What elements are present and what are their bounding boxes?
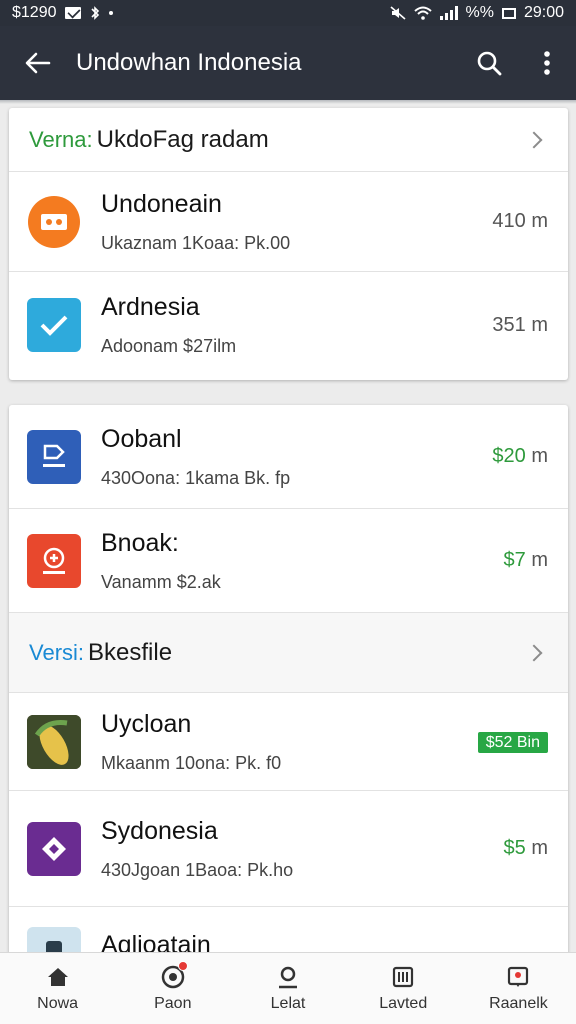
app-name: Ardnesia <box>101 293 200 321</box>
price-value: $7 <box>503 549 526 571</box>
app-badge-wrap: $52 Bin <box>477 730 548 753</box>
price-unit: m <box>531 549 548 571</box>
list-item[interactable]: Ardnesia Adoonam $27ilm 351 m <box>9 272 568 378</box>
search-icon <box>477 51 502 76</box>
app-subtitle: Ukaznam 1Koaa: Pk.00 <box>101 232 291 253</box>
bottom-navigation: Nowa Paon Lelat Lavted Raanelk <box>0 952 576 1024</box>
list-item[interactable]: Bnoak: Vanamm $2.ak $7 m <box>9 509 568 613</box>
app-price: $20 m <box>492 445 548 468</box>
app-name: Sydonesia <box>101 816 218 845</box>
nav-item-person[interactable]: Lelat <box>230 953 345 1024</box>
chevron-right-icon <box>525 131 543 148</box>
app-subtitle: Adoonam $27ilm <box>101 336 237 356</box>
status-dot-icon <box>108 11 113 15</box>
app-size: 410 m <box>492 210 548 232</box>
price-value: $20 <box>492 445 526 467</box>
app-name: Undoneain <box>101 189 222 218</box>
purple-diamond-icon <box>27 821 81 876</box>
red-app-icon <box>27 533 81 588</box>
arrow-left-icon <box>25 52 51 74</box>
bluetooth-icon <box>90 6 99 20</box>
status-bar: $1290 %% 29:00 <box>0 0 576 26</box>
app-subtitle: 430Jgoan 1Baoa: Pk.ho <box>101 859 294 880</box>
section-tag: Versi: <box>29 639 85 665</box>
app-name: Uycloan <box>101 709 192 738</box>
account-icon <box>505 965 531 989</box>
section-card-2: Oobanl 430Oona: 1kama Bk. fp $20 m Bnoak… <box>9 405 568 965</box>
list-item[interactable]: Undoneain Ukaznam 1Koaa: Pk.00 410 m <box>9 172 568 272</box>
app-size: 351 m <box>492 313 548 336</box>
price-unit: m <box>531 837 548 859</box>
section-header-1[interactable]: Verna: UkdoFag radam <box>9 108 568 172</box>
more-options-button[interactable] <box>518 26 576 100</box>
nav-label: Raanelk <box>489 994 548 1012</box>
orange-chat-icon <box>27 195 81 249</box>
notification-icon <box>160 960 188 989</box>
price-value: $5 <box>503 837 526 859</box>
app-bar-shadow <box>0 100 576 104</box>
section-title: Bkesfile <box>88 638 173 666</box>
nav-label: Paon <box>154 994 192 1012</box>
section-card-1: Verna: UkdoFag radam Undoneain Ukaznam 1… <box>9 108 568 380</box>
status-time-right: 29:00 <box>523 4 564 21</box>
list-item[interactable]: Sydonesia 430Jgoan 1Baoa: Pk.ho $5 m <box>9 791 568 907</box>
signal-icon <box>439 6 458 20</box>
mute-icon <box>389 6 406 20</box>
status-time-left: $1290 <box>12 4 57 21</box>
app-price: $5 m <box>504 837 548 860</box>
person-icon <box>275 965 301 989</box>
nav-label: Nowa <box>37 994 79 1012</box>
app-name: Oobanl <box>101 424 182 453</box>
chevron-right-icon <box>525 644 543 661</box>
wifi-icon <box>413 6 432 20</box>
app-price: $7 m <box>504 549 548 572</box>
nav-label: Lelat <box>270 994 306 1012</box>
app-subtitle: Mkaanm 10ona: Pk. f0 <box>101 752 282 773</box>
list-item[interactable]: Uycloan Mkaanm 10ona: Pk. f0 $52 Bin <box>9 693 568 791</box>
corn-icon <box>27 714 81 769</box>
nav-item-home[interactable]: Nowa <box>0 953 115 1024</box>
home-icon <box>45 965 71 989</box>
app-name: Bnoak: <box>101 528 179 557</box>
search-button[interactable] <box>460 26 518 100</box>
list-item[interactable]: Oobanl 430Oona: 1kama Bk. fp $20 m <box>9 405 568 509</box>
price-unit: m <box>531 445 548 467</box>
back-button[interactable] <box>0 26 76 100</box>
battery-icon <box>501 7 516 19</box>
check-icon <box>27 298 81 352</box>
nav-item-notifications[interactable]: Paon <box>115 953 230 1024</box>
blue-app-icon <box>27 429 81 484</box>
section-tag: Verna: <box>29 126 93 152</box>
nav-label: Lavted <box>379 994 428 1012</box>
battery-percent: %% <box>465 4 494 21</box>
section-header-2[interactable]: Versi: Bkesfile <box>9 613 568 693</box>
app-subtitle: 430Oona: 1kama Bk. fp <box>101 467 291 488</box>
app-subtitle: Vanamm $2.ak <box>101 571 221 592</box>
notification-badge <box>177 960 188 971</box>
price-badge: $52 Bin <box>477 732 548 753</box>
more-vert-icon <box>544 51 550 75</box>
nav-item-library[interactable]: Lavted <box>346 953 461 1024</box>
mail-icon <box>64 7 81 19</box>
page-title: Undowhan Indonesia <box>76 49 302 76</box>
app-bar: Undowhan Indonesia <box>0 26 576 100</box>
nav-item-account[interactable]: Raanelk <box>461 953 576 1024</box>
section-title: UkdoFag radam <box>96 125 269 153</box>
library-icon <box>390 965 416 989</box>
